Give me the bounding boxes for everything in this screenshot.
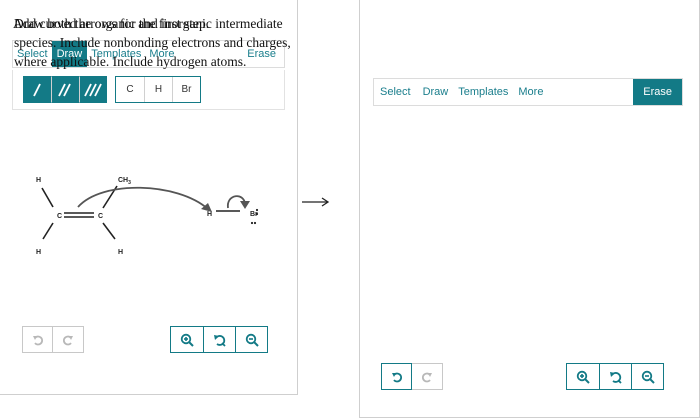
double-bond-button[interactable] — [51, 76, 79, 103]
draw-tool[interactable]: Draw — [415, 79, 453, 105]
atom-label-c-right: C — [98, 213, 103, 220]
left-undo-redo — [22, 326, 84, 353]
atom-label-ch3: CH3 — [118, 177, 131, 186]
right-toolbar: Select Draw Templates More Erase — [373, 78, 683, 106]
drawing-canvas-left[interactable]: H CH3 C C H H H Br — [12, 112, 285, 312]
zoom-out-icon — [245, 333, 259, 347]
single-bond-icon — [33, 83, 41, 96]
undo-button[interactable] — [381, 363, 412, 390]
draw-subtoolbar: C H Br — [12, 70, 285, 110]
atom-buttons: C H Br — [115, 76, 201, 103]
double-bond-icon — [58, 83, 71, 96]
reaction-arrow-icon — [302, 197, 330, 207]
erase-button[interactable]: Erase — [633, 79, 682, 105]
lone-pair-dot — [253, 221, 257, 225]
triple-bond-button[interactable] — [79, 76, 107, 103]
lone-pair-dot — [250, 221, 254, 225]
atom-bromine-button[interactable]: Br — [172, 77, 200, 102]
undo-icon — [391, 372, 402, 382]
zoom-reset-button[interactable] — [203, 327, 235, 352]
atom-label-hbr-h: H — [207, 211, 212, 218]
lone-pair-dot — [255, 212, 259, 216]
hbr-molecule: H Br — [207, 208, 259, 225]
bond-h-c-top — [41, 187, 54, 208]
zoom-out-button[interactable] — [631, 364, 663, 389]
lone-pair-dot — [255, 208, 259, 212]
atom-hydrogen-button[interactable]: H — [144, 77, 172, 102]
atom-carbon-button[interactable]: C — [116, 77, 144, 102]
atom-label-h-bottom-right: H — [118, 249, 123, 256]
single-bond-button[interactable] — [23, 76, 51, 103]
right-undo-redo — [381, 363, 443, 390]
redo-button[interactable] — [412, 363, 443, 390]
bond-buttons — [23, 76, 107, 103]
zoom-out-button[interactable] — [235, 327, 267, 352]
zoom-reset-icon — [609, 371, 622, 384]
redo-button[interactable] — [53, 326, 84, 353]
atom-label-c-left: C — [57, 213, 62, 220]
left-zoom-controls — [170, 326, 268, 353]
atom-label-h-bottom-left: H — [36, 249, 41, 256]
undo-icon — [32, 335, 43, 345]
triple-bond-icon — [84, 83, 102, 96]
zoom-in-button[interactable] — [171, 327, 203, 352]
drawing-canvas-right[interactable] — [373, 108, 683, 348]
zoom-in-icon — [180, 333, 194, 347]
select-tool[interactable]: Select — [374, 79, 415, 105]
redo-icon — [62, 335, 73, 345]
templates-tool[interactable]: Templates — [452, 79, 512, 105]
zoom-out-icon — [641, 370, 655, 384]
zoom-in-icon — [576, 370, 590, 384]
bond-h-c-bottom — [42, 222, 54, 240]
atom-label-h-top: H — [36, 177, 41, 184]
bond-c-h-bottom — [102, 222, 116, 240]
right-zoom-controls — [566, 363, 664, 390]
curved-arrows — [77, 186, 250, 212]
alkene-bonds — [41, 185, 118, 240]
undo-button[interactable] — [22, 326, 53, 353]
curved-arrow-pi-to-h[interactable] — [77, 186, 209, 210]
zoom-reset-icon — [213, 334, 226, 347]
more-tool[interactable]: More — [512, 79, 547, 105]
zoom-in-button[interactable] — [567, 364, 599, 389]
right-prompt: Draw both the organic and inorganic inte… — [14, 16, 291, 69]
curved-arrow-head — [240, 201, 250, 209]
redo-icon — [421, 372, 432, 382]
zoom-reset-button[interactable] — [599, 364, 631, 389]
